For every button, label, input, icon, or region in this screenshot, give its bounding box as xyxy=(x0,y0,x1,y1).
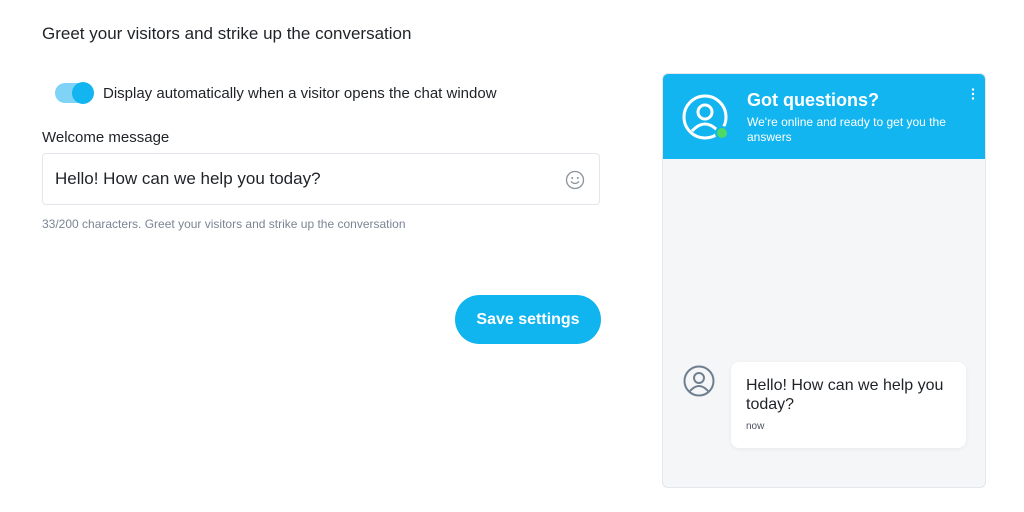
save-settings-button[interactable]: Save settings xyxy=(455,295,601,344)
welcome-message-label: Welcome message xyxy=(42,129,170,146)
auto-display-label: Display automatically when a visitor ope… xyxy=(103,84,497,102)
section-title: Greet your visitors and strike up the co… xyxy=(42,24,412,43)
welcome-message-field xyxy=(42,153,600,205)
chat-header-subtitle: We're online and ready to get you the an… xyxy=(747,115,946,144)
agent-avatar-icon xyxy=(683,365,715,397)
chat-header: Got questions? We're online and ready to… xyxy=(663,74,985,159)
kebab-menu-icon[interactable] xyxy=(971,88,975,100)
message-timestamp: now xyxy=(746,421,765,432)
toggle-knob xyxy=(72,82,94,104)
message-text: Hello! How can we help you today? xyxy=(746,377,944,413)
message-bubble: Hello! How can we help you today? now xyxy=(731,362,966,448)
chat-widget-preview: Got questions? We're online and ready to… xyxy=(662,73,986,488)
auto-display-row: Display automatically when a visitor ope… xyxy=(55,82,497,104)
online-status-dot xyxy=(715,126,729,140)
smiley-icon[interactable] xyxy=(565,170,585,190)
chat-header-title: Got questions? xyxy=(747,90,879,110)
character-count-help: 33/200 characters. Greet your visitors a… xyxy=(42,217,406,231)
welcome-message-input[interactable] xyxy=(55,154,555,204)
auto-display-toggle[interactable] xyxy=(55,82,94,104)
